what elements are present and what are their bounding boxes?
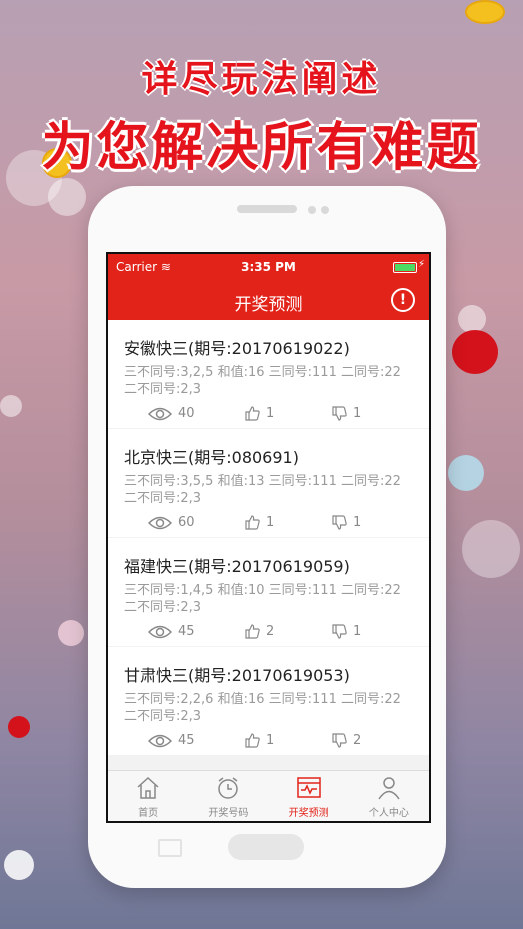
thumbs-down-icon: [332, 406, 347, 421]
views-stat: 45: [148, 733, 195, 748]
phone-home-button[interactable]: [228, 834, 304, 860]
thumbs-up-icon: [245, 515, 260, 530]
thumbs-down-icon: [332, 624, 347, 639]
alert-icon[interactable]: !: [391, 288, 415, 312]
chart-screen-icon: [296, 777, 322, 803]
alarm-clock-icon: [215, 777, 241, 803]
views-stat: 60: [148, 515, 195, 530]
thumbs-down-icon: [332, 733, 347, 748]
list-item[interactable]: 福建快三(期号:20170619059) 三不同号:1,4,5 和值:10 三同号…: [108, 538, 429, 646]
battery-icon: [393, 262, 417, 273]
item-description: 三不同号:3,2,5 和值:16 三同号:111 二同号:22 二不同号:2,3: [124, 365, 401, 397]
dislikes-count: 1: [353, 515, 362, 530]
charging-icon: ⚡: [417, 259, 425, 270]
tab-alarm-clock[interactable]: 开奖号码: [188, 771, 268, 821]
likes-count: 1: [266, 733, 275, 748]
gold-coin-decor: [465, 0, 505, 24]
dislike-button[interactable]: 1: [332, 624, 361, 639]
status-bar: Carrier ≋ 3:35 PM ⚡: [108, 254, 429, 280]
likes-count: 1: [266, 406, 275, 421]
tab-person[interactable]: 个人中心: [349, 771, 429, 821]
item-title: 安徽快三(期号:20170619022): [124, 339, 350, 358]
tab-chart-screen[interactable]: 开奖预测: [269, 771, 349, 821]
like-button[interactable]: 2: [245, 624, 274, 639]
dislikes-count: 1: [353, 624, 362, 639]
item-stats: 45 1 2: [108, 733, 429, 751]
app-screen: Carrier ≋ 3:35 PM ⚡ 开奖预测 ! 安徽快三(期号:20170…: [106, 252, 431, 823]
views-stat: 40: [148, 406, 195, 421]
tab-bar: 首页 开奖号码 开奖预测 个人中心: [108, 770, 429, 821]
decor-bubble: [58, 620, 84, 646]
red-pouch-decor: [8, 716, 30, 738]
like-button[interactable]: 1: [245, 515, 274, 530]
home-icon: [135, 776, 161, 803]
dislike-button[interactable]: 1: [332, 406, 361, 421]
thumbs-down-icon: [332, 515, 347, 530]
likes-count: 2: [266, 624, 275, 639]
item-description: 三不同号:2,2,6 和值:16 三同号:111 二同号:22 二不同号:2,3: [124, 692, 401, 724]
views-count: 45: [178, 733, 195, 748]
item-description: 三不同号:1,4,5 和值:10 三同号:111 二同号:22 二不同号:2,3: [124, 583, 401, 615]
red-pouch-decor: [452, 330, 498, 374]
tab-label: 开奖预测: [288, 808, 329, 819]
phone-camera: [321, 206, 329, 214]
eye-icon: [148, 625, 172, 639]
decor-bubble: [458, 305, 486, 333]
nav-bar: 开奖预测 !: [108, 280, 429, 320]
like-button[interactable]: 1: [245, 406, 274, 421]
decor-bubble: [4, 850, 34, 880]
eye-icon: [148, 734, 172, 748]
thumbs-up-icon: [245, 406, 260, 421]
views-count: 40: [178, 406, 195, 421]
page-title: 开奖预测: [234, 295, 303, 315]
item-stats: 45 2 1: [108, 624, 429, 642]
decor-bubble: [0, 395, 22, 417]
item-title: 北京快三(期号:080691): [124, 448, 299, 467]
decor-bubble: [462, 520, 520, 578]
phone-speaker: [237, 205, 297, 213]
tab-home[interactable]: 首页: [108, 771, 188, 821]
promo-headline: 详尽玩法阐述: [141, 59, 382, 100]
views-count: 45: [178, 624, 195, 639]
like-button[interactable]: 1: [245, 733, 274, 748]
item-description: 三不同号:3,5,5 和值:13 三同号:111 二同号:22 二不同号:2,3: [124, 474, 401, 506]
list-item[interactable]: 安徽快三(期号:20170619022) 三不同号:3,2,5 和值:16 三同号…: [108, 320, 429, 428]
item-stats: 40 1 1: [108, 406, 429, 424]
phone-side-icon: [158, 839, 182, 857]
person-icon: [376, 777, 402, 803]
dislikes-count: 1: [353, 406, 362, 421]
tab-label: 首页: [138, 808, 159, 819]
thumbs-up-icon: [245, 624, 260, 639]
tab-label: 个人中心: [368, 808, 409, 819]
list-item[interactable]: 甘肃快三(期号:20170619053) 三不同号:2,2,6 和值:16 三同号…: [108, 647, 429, 755]
views-count: 60: [178, 515, 195, 530]
likes-count: 1: [266, 515, 275, 530]
dislikes-count: 2: [353, 733, 362, 748]
item-title: 福建快三(期号:20170619059): [124, 557, 350, 576]
prediction-list: 安徽快三(期号:20170619022) 三不同号:3,2,5 和值:16 三同号…: [108, 320, 429, 771]
eye-icon: [148, 516, 172, 530]
list-item[interactable]: 北京快三(期号:080691) 三不同号:3,5,5 和值:13 三同号:111 …: [108, 429, 429, 537]
thumbs-up-icon: [245, 733, 260, 748]
item-stats: 60 1 1: [108, 515, 429, 533]
promo-subheadline: 为您解决所有难题: [41, 118, 482, 178]
eye-icon: [148, 407, 172, 421]
item-title: 甘肃快三(期号:20170619053): [124, 666, 350, 685]
tab-label: 开奖号码: [208, 808, 249, 819]
decor-bubble: [448, 455, 484, 491]
status-time: 3:35 PM: [241, 260, 296, 274]
decor-bubble: [48, 178, 86, 216]
dislike-button[interactable]: 1: [332, 515, 361, 530]
views-stat: 45: [148, 624, 195, 639]
phone-camera: [308, 206, 316, 214]
dislike-button[interactable]: 2: [332, 733, 361, 748]
